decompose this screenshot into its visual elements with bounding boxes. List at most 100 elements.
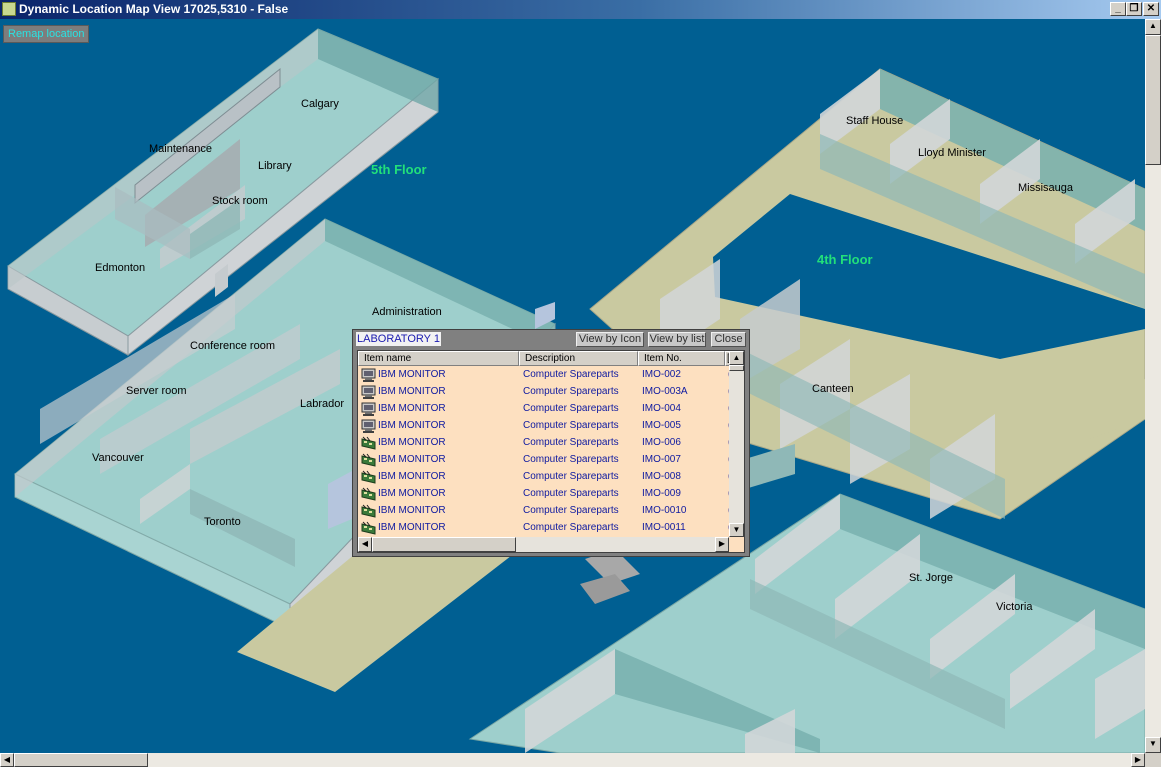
- app-map-icon: [2, 2, 16, 16]
- circuit-board-icon: [361, 436, 376, 450]
- list-horizontal-thumb[interactable]: [372, 537, 516, 552]
- item-name-cell: IBM MONITOR: [378, 420, 446, 431]
- table-row[interactable]: IBM MONITORComputer SparepartsIMO-009(: [358, 486, 731, 503]
- item-no-cell: IMO-008: [642, 471, 681, 482]
- list-scroll-down-arrow-icon[interactable]: ▼: [729, 523, 744, 537]
- description-cell: Computer Spareparts: [523, 420, 619, 431]
- remap-location-button[interactable]: Remap location: [3, 25, 90, 43]
- room-library[interactable]: Library: [258, 160, 292, 172]
- item-name-cell: IBM MONITOR: [378, 454, 446, 465]
- room-labrador[interactable]: Labrador: [300, 398, 344, 410]
- item-name-cell: IBM MONITOR: [378, 386, 446, 397]
- monitor-icon: [361, 402, 376, 416]
- scroll-up-arrow-icon[interactable]: ▲: [1145, 19, 1161, 35]
- column-header-item-name[interactable]: Item name: [358, 351, 519, 366]
- room-calgary[interactable]: Calgary: [301, 98, 339, 110]
- table-row[interactable]: IBM MONITORComputer SparepartsIMO-007(: [358, 452, 731, 469]
- item-no-cell: IMO-009: [642, 488, 681, 499]
- floor-label-4th: 4th Floor: [817, 252, 873, 267]
- description-cell: Computer Spareparts: [523, 437, 619, 448]
- room-edmonton[interactable]: Edmonton: [95, 262, 145, 274]
- map-horizontal-scrollbar[interactable]: ◀ ▶: [0, 753, 1145, 767]
- item-no-cell: IMO-007: [642, 454, 681, 465]
- map-vertical-scrollbar[interactable]: ▲ ▼: [1145, 19, 1161, 753]
- description-cell: Computer Spareparts: [523, 386, 619, 397]
- room-administration[interactable]: Administration: [372, 306, 442, 318]
- horizontal-scroll-thumb[interactable]: [14, 753, 148, 767]
- table-row[interactable]: IBM MONITORComputer SparepartsIMO-004(: [358, 401, 731, 418]
- room-vancouver[interactable]: Vancouver: [92, 452, 144, 464]
- item-name-cell: IBM MONITOR: [378, 522, 446, 533]
- list-scroll-up-arrow-icon[interactable]: ▲: [729, 351, 744, 365]
- description-cell: Computer Spareparts: [523, 522, 619, 533]
- scrollbar-corner: [1145, 753, 1161, 767]
- table-row[interactable]: IBM MONITORComputer SparepartsIMO-0011(: [358, 520, 731, 537]
- window-title: Dynamic Location Map View 17025,5310 - F…: [19, 2, 289, 16]
- item-no-cell: IMO-002: [642, 369, 681, 380]
- floor-label-5th: 5th Floor: [371, 162, 427, 177]
- column-header-description[interactable]: Description: [519, 351, 638, 366]
- item-no-cell: IMO-0010: [642, 505, 687, 516]
- list-horizontal-scrollbar[interactable]: ◀ ▶: [358, 537, 729, 552]
- circuit-board-icon: [361, 453, 376, 467]
- view-by-icon-button[interactable]: View by Icon: [576, 332, 644, 347]
- panel-title: LABORATORY 1: [356, 332, 441, 346]
- table-row[interactable]: IBM MONITORComputer SparepartsIMO-005(: [358, 418, 731, 435]
- room-victoria[interactable]: Victoria: [996, 601, 1032, 613]
- items-list[interactable]: Item name Description Item No. [ IBM MON…: [357, 350, 745, 553]
- room-lloyd-minister[interactable]: Lloyd Minister: [918, 147, 986, 159]
- room-missisauga[interactable]: Missisauga: [1018, 182, 1073, 194]
- item-name-cell: IBM MONITOR: [378, 369, 446, 380]
- item-no-cell: IMO-006: [642, 437, 681, 448]
- room-staff-house[interactable]: Staff House: [846, 115, 903, 127]
- list-vertical-scrollbar[interactable]: ▲ ▼: [729, 351, 744, 537]
- restore-button[interactable]: ❐: [1126, 2, 1142, 16]
- room-conference-room[interactable]: Conference room: [190, 340, 275, 352]
- table-row[interactable]: IBM MONITORComputer SparepartsIMO-002(: [358, 367, 731, 384]
- description-cell: Computer Spareparts: [523, 471, 619, 482]
- description-cell: Computer Spareparts: [523, 369, 619, 380]
- room-canteen[interactable]: Canteen: [812, 383, 854, 395]
- item-no-cell: IMO-005: [642, 420, 681, 431]
- description-cell: Computer Spareparts: [523, 454, 619, 465]
- room-toronto[interactable]: Toronto: [204, 516, 241, 528]
- close-panel-button[interactable]: Close: [711, 332, 746, 347]
- item-name-cell: IBM MONITOR: [378, 471, 446, 482]
- table-row[interactable]: IBM MONITORComputer SparepartsIMO-006(: [358, 435, 731, 452]
- monitor-icon: [361, 368, 376, 382]
- list-scroll-right-arrow-icon[interactable]: ▶: [715, 537, 729, 552]
- room-server-room[interactable]: Server room: [126, 385, 187, 397]
- table-row[interactable]: IBM MONITORComputer SparepartsIMO-0010(: [358, 503, 731, 520]
- close-window-button[interactable]: ✕: [1143, 2, 1159, 16]
- item-name-cell: IBM MONITOR: [378, 488, 446, 499]
- circuit-board-icon: [361, 504, 376, 518]
- item-no-cell: IMO-004: [642, 403, 681, 414]
- circuit-board-icon: [361, 487, 376, 501]
- description-cell: Computer Spareparts: [523, 488, 619, 499]
- circuit-board-icon: [361, 470, 376, 484]
- description-cell: Computer Spareparts: [523, 403, 619, 414]
- table-row[interactable]: IBM MONITORComputer SparepartsIMO-008(: [358, 469, 731, 486]
- item-name-cell: IBM MONITOR: [378, 505, 446, 516]
- view-by-list-button[interactable]: View by list: [648, 332, 706, 347]
- list-vertical-thumb[interactable]: [729, 365, 744, 371]
- scroll-right-arrow-icon[interactable]: ▶: [1131, 753, 1145, 767]
- room-st-jorge[interactable]: St. Jorge: [909, 572, 953, 584]
- scroll-left-arrow-icon[interactable]: ◀: [0, 753, 14, 767]
- item-no-cell: IMO-0011: [642, 522, 686, 533]
- item-no-cell: IMO-003A: [642, 386, 688, 397]
- item-name-cell: IBM MONITOR: [378, 437, 446, 448]
- circuit-board-icon: [361, 521, 376, 535]
- minimize-button[interactable]: _: [1110, 2, 1126, 16]
- monitor-icon: [361, 385, 376, 399]
- vertical-scroll-thumb[interactable]: [1145, 35, 1161, 165]
- room-maintenance[interactable]: Maintenance: [149, 143, 212, 155]
- monitor-icon: [361, 419, 376, 433]
- table-row[interactable]: IBM MONITORComputer SparepartsIMO-003A(: [358, 384, 731, 401]
- room-stock-room[interactable]: Stock room: [212, 195, 268, 207]
- column-header-item-no[interactable]: Item No.: [638, 351, 725, 366]
- scroll-down-arrow-icon[interactable]: ▼: [1145, 737, 1161, 753]
- description-cell: Computer Spareparts: [523, 505, 619, 516]
- window-title-bar: Dynamic Location Map View 17025,5310 - F…: [0, 0, 1161, 19]
- list-scroll-left-arrow-icon[interactable]: ◀: [358, 537, 372, 552]
